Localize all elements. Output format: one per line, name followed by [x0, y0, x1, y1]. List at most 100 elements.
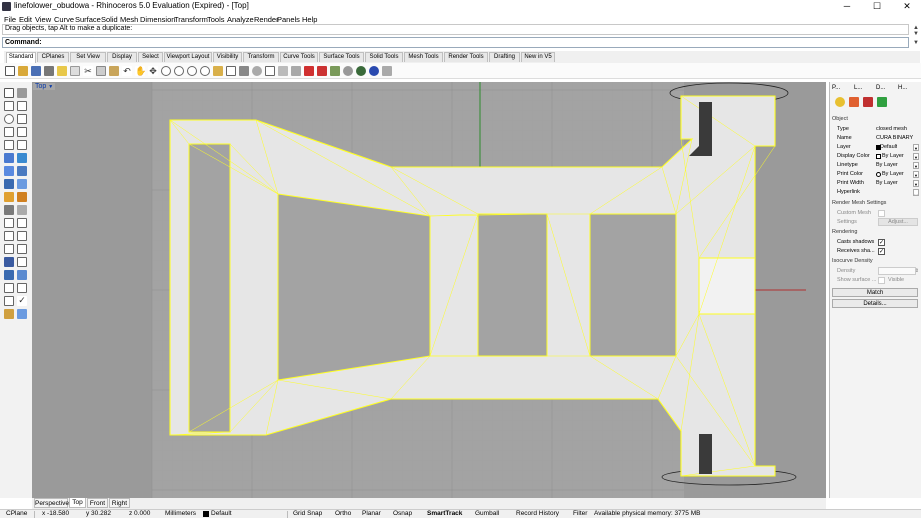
grid-icon[interactable] — [4, 283, 14, 293]
prop-row-layer[interactable]: Layer Default ▼ — [834, 143, 920, 152]
panel-tab-help[interactable]: H... — [898, 84, 918, 93]
undo-icon[interactable]: ↶ — [122, 66, 132, 76]
render-icon[interactable] — [356, 66, 366, 76]
dropdown-arrow-icon[interactable]: ▼ — [913, 153, 919, 160]
tab-cplanes[interactable]: CPlanes — [37, 52, 69, 62]
mesh-tools-icon[interactable] — [17, 179, 27, 189]
minimize-button[interactable]: ─ — [833, 0, 861, 13]
tab-new-in-v5[interactable]: New in V5 — [521, 52, 555, 62]
transform-icon[interactable] — [4, 192, 14, 202]
menu-file[interactable]: File — [4, 15, 16, 24]
material-icon[interactable] — [849, 97, 859, 107]
panel-tab-display[interactable]: D... — [876, 84, 896, 93]
tab-perspective[interactable]: Perspective — [34, 498, 69, 508]
menu-edit[interactable]: Edit — [19, 15, 32, 24]
prop-row-print-color[interactable]: Print Color By Layer ▼ — [834, 170, 920, 179]
adjust-button[interactable]: Adjust... — [878, 218, 918, 226]
menu-tools[interactable]: Tools — [207, 15, 225, 24]
close-button[interactable]: ✕ — [893, 0, 921, 13]
menu-surface[interactable]: Surface — [75, 15, 101, 24]
dropdown-arrow-icon[interactable]: ▼ — [913, 144, 919, 151]
open-file-icon[interactable] — [18, 66, 28, 76]
print-width-select[interactable]: By Layer — [876, 179, 898, 188]
prop-row-hyperlink[interactable]: Hyperlink… — [834, 188, 920, 197]
linetype-select[interactable]: By Layer — [876, 161, 898, 170]
print-color-select[interactable]: By Layer — [882, 170, 904, 179]
grid-snap-toggle[interactable]: Grid Snap — [293, 510, 322, 518]
new-file-icon[interactable] — [5, 66, 15, 76]
copy-icon[interactable] — [96, 66, 106, 76]
join-icon[interactable] — [4, 205, 14, 215]
copy-objects-icon[interactable] — [265, 66, 275, 76]
tab-transform[interactable]: Transform — [243, 52, 279, 62]
tab-set-view[interactable]: Set View — [70, 52, 106, 62]
status-units[interactable]: Millimeters — [165, 510, 196, 518]
display-color-select[interactable]: By Layer — [882, 152, 904, 161]
status-cplane[interactable]: CPlane — [6, 510, 27, 518]
analyze-icon[interactable] — [4, 270, 14, 280]
menu-render[interactable]: Render — [254, 15, 279, 24]
explode-icon[interactable] — [17, 192, 27, 202]
panel-tab-properties[interactable]: P... — [832, 84, 852, 93]
top-viewport[interactable]: Top ▼ — [32, 82, 826, 498]
decal-icon[interactable] — [877, 97, 887, 107]
tab-front[interactable]: Front — [87, 498, 108, 508]
check-icon[interactable]: ✓ — [17, 296, 27, 306]
ortho-toggle[interactable]: Ortho — [335, 510, 351, 518]
gumball-toggle[interactable]: Gumball — [475, 510, 499, 518]
tab-select[interactable]: Select — [138, 52, 163, 62]
filter-toggle[interactable]: Filter — [573, 510, 587, 518]
zoom-icon[interactable] — [161, 66, 171, 76]
tab-curve-tools[interactable]: Curve Tools — [280, 52, 318, 62]
maximize-button[interactable]: ☐ — [863, 0, 891, 13]
menu-curve[interactable]: Curve — [54, 15, 74, 24]
tab-render-tools[interactable]: Render Tools — [444, 52, 488, 62]
select-arrow-icon[interactable] — [4, 88, 14, 98]
menu-transform[interactable]: Transform — [174, 15, 208, 24]
viewport-icon[interactable] — [213, 66, 223, 76]
array-icon[interactable] — [17, 218, 27, 228]
tab-standard[interactable]: Standard — [6, 52, 36, 63]
save-icon[interactable] — [31, 66, 41, 76]
menu-analyze[interactable]: Analyze — [227, 15, 254, 24]
dimension-icon[interactable] — [4, 244, 14, 254]
texture-mapping-icon[interactable] — [863, 97, 873, 107]
history-icon[interactable] — [17, 309, 27, 319]
tab-drafting[interactable]: Drafting — [489, 52, 520, 62]
move-icon[interactable] — [252, 66, 262, 76]
show-surface-checkbox[interactable] — [878, 277, 885, 284]
density-spinner-icon[interactable]: ⇕ — [915, 267, 919, 276]
tab-visibility[interactable]: Visibility — [213, 52, 242, 62]
rendered-view-icon[interactable] — [369, 66, 379, 76]
undo-view-icon[interactable] — [70, 66, 80, 76]
command-line[interactable]: Command: — [2, 37, 909, 48]
osnap-toggle[interactable]: Osnap — [393, 510, 412, 518]
planar-toggle[interactable]: Planar — [362, 510, 381, 518]
polyline-icon[interactable] — [4, 101, 14, 111]
solid-box-icon[interactable] — [4, 166, 14, 176]
point-icon[interactable] — [17, 88, 27, 98]
zoom-extents-icon[interactable] — [187, 66, 197, 76]
options-icon[interactable] — [382, 66, 392, 76]
custom-mesh-checkbox[interactable] — [878, 210, 885, 217]
circle-icon[interactable] — [4, 114, 14, 124]
name-field[interactable]: CURA BINARY — [876, 134, 913, 143]
viewport-label[interactable]: Top ▼ — [33, 83, 56, 90]
rotate-icon[interactable] — [4, 231, 14, 241]
four-viewports-icon[interactable] — [226, 66, 236, 76]
record-history-toggle[interactable]: Record History — [516, 510, 559, 518]
tab-solid-tools[interactable]: Solid Tools — [365, 52, 403, 62]
annotation-icon[interactable] — [17, 257, 27, 267]
block-icon[interactable] — [4, 257, 14, 267]
object-properties-icon[interactable] — [835, 97, 845, 107]
menu-solid[interactable]: Solid — [101, 15, 118, 24]
layout-icon[interactable] — [17, 283, 27, 293]
text-icon[interactable] — [17, 244, 27, 254]
select-all-icon[interactable] — [278, 66, 288, 76]
zoom-window-icon[interactable] — [174, 66, 184, 76]
status-layer[interactable]: Default — [211, 510, 232, 518]
edit-points-icon[interactable] — [4, 309, 14, 319]
polygon-icon[interactable] — [17, 127, 27, 137]
dropdown-arrow-icon[interactable]: ▼ — [913, 180, 919, 187]
import-icon[interactable] — [57, 66, 67, 76]
